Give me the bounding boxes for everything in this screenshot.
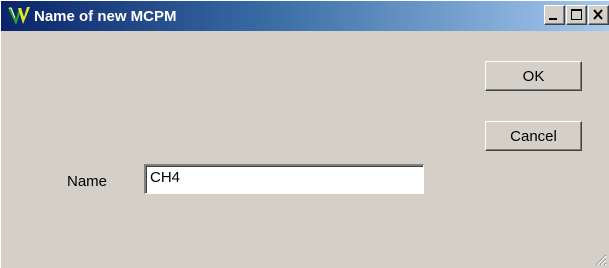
ok-button[interactable]: OK xyxy=(485,61,582,91)
minimize-button[interactable] xyxy=(544,5,565,25)
name-label: Name xyxy=(67,173,108,190)
minimize-icon xyxy=(549,18,557,20)
maximize-button[interactable] xyxy=(566,5,587,25)
maximize-icon xyxy=(571,9,582,20)
name-input[interactable]: CH4 xyxy=(144,164,424,194)
app-logo-icon xyxy=(7,4,31,28)
resize-grip-icon[interactable] xyxy=(593,252,607,266)
window-title: Name of new MCPM xyxy=(34,7,177,25)
caption-buttons xyxy=(543,5,609,25)
close-button[interactable] xyxy=(588,5,609,25)
dialog-window: Name of new MCPM OK Cancel Name CH4 xyxy=(0,0,609,268)
cancel-button[interactable]: Cancel xyxy=(485,121,582,151)
close-icon xyxy=(593,9,603,20)
title-bar[interactable]: Name of new MCPM xyxy=(1,1,609,31)
